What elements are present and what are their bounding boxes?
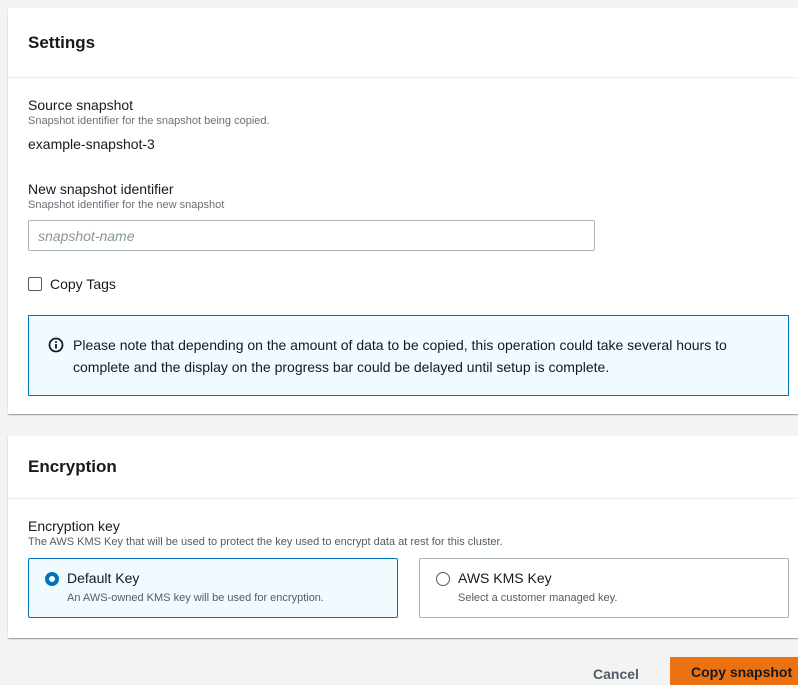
copy-snapshot-button[interactable]: Copy snapshot (670, 657, 798, 685)
radio-card-default-key[interactable]: Default Key An AWS-owned KMS key will be… (28, 558, 398, 618)
encryption-key-field: Encryption key The AWS KMS Key that will… (28, 518, 503, 548)
source-snapshot-field: Source snapshot Snapshot identifier for … (28, 97, 270, 152)
aws-kms-key-description: Select a customer managed key. (458, 592, 618, 604)
info-text-line2: complete and the display on the progress… (73, 359, 610, 375)
aws-kms-key-title: AWS KMS Key (458, 570, 552, 586)
new-identifier-description: Snapshot identifier for the new snapshot (28, 199, 225, 211)
info-icon (48, 337, 64, 353)
copy-tags-checkbox[interactable] (28, 277, 42, 291)
info-alert: Please note that depending on the amount… (28, 315, 789, 396)
new-snapshot-identifier-input[interactable] (28, 220, 595, 251)
settings-title: Settings (28, 32, 96, 52)
encryption-title: Encryption (28, 457, 117, 476)
radio-button-aws-kms-key[interactable] (436, 572, 450, 586)
encryption-key-description: The AWS KMS Key that will be used to pro… (28, 536, 503, 548)
encryption-header: Encryption (8, 436, 798, 499)
source-snapshot-description: Snapshot identifier for the snapshot bei… (28, 115, 270, 127)
source-snapshot-label: Source snapshot (28, 97, 134, 113)
settings-header: Settings (8, 8, 798, 78)
encryption-key-label: Encryption key (28, 518, 120, 534)
copy-tags-label: Copy Tags (50, 276, 116, 292)
new-identifier-label: New snapshot identifier (28, 181, 174, 197)
default-key-description: An AWS-owned KMS key will be used for en… (67, 592, 324, 604)
copy-tags-checkbox-row[interactable]: Copy Tags (28, 276, 116, 292)
source-snapshot-value: example-snapshot-3 (28, 136, 155, 152)
radio-button-default-key[interactable] (45, 572, 59, 586)
info-text-line1: Please note that depending on the amount… (73, 337, 727, 353)
cancel-button[interactable]: Cancel (585, 662, 647, 685)
radio-card-aws-kms-key[interactable]: AWS KMS Key Select a customer managed ke… (419, 558, 789, 618)
default-key-title: Default Key (67, 570, 140, 586)
new-identifier-field: New snapshot identifier Snapshot identif… (28, 181, 224, 211)
